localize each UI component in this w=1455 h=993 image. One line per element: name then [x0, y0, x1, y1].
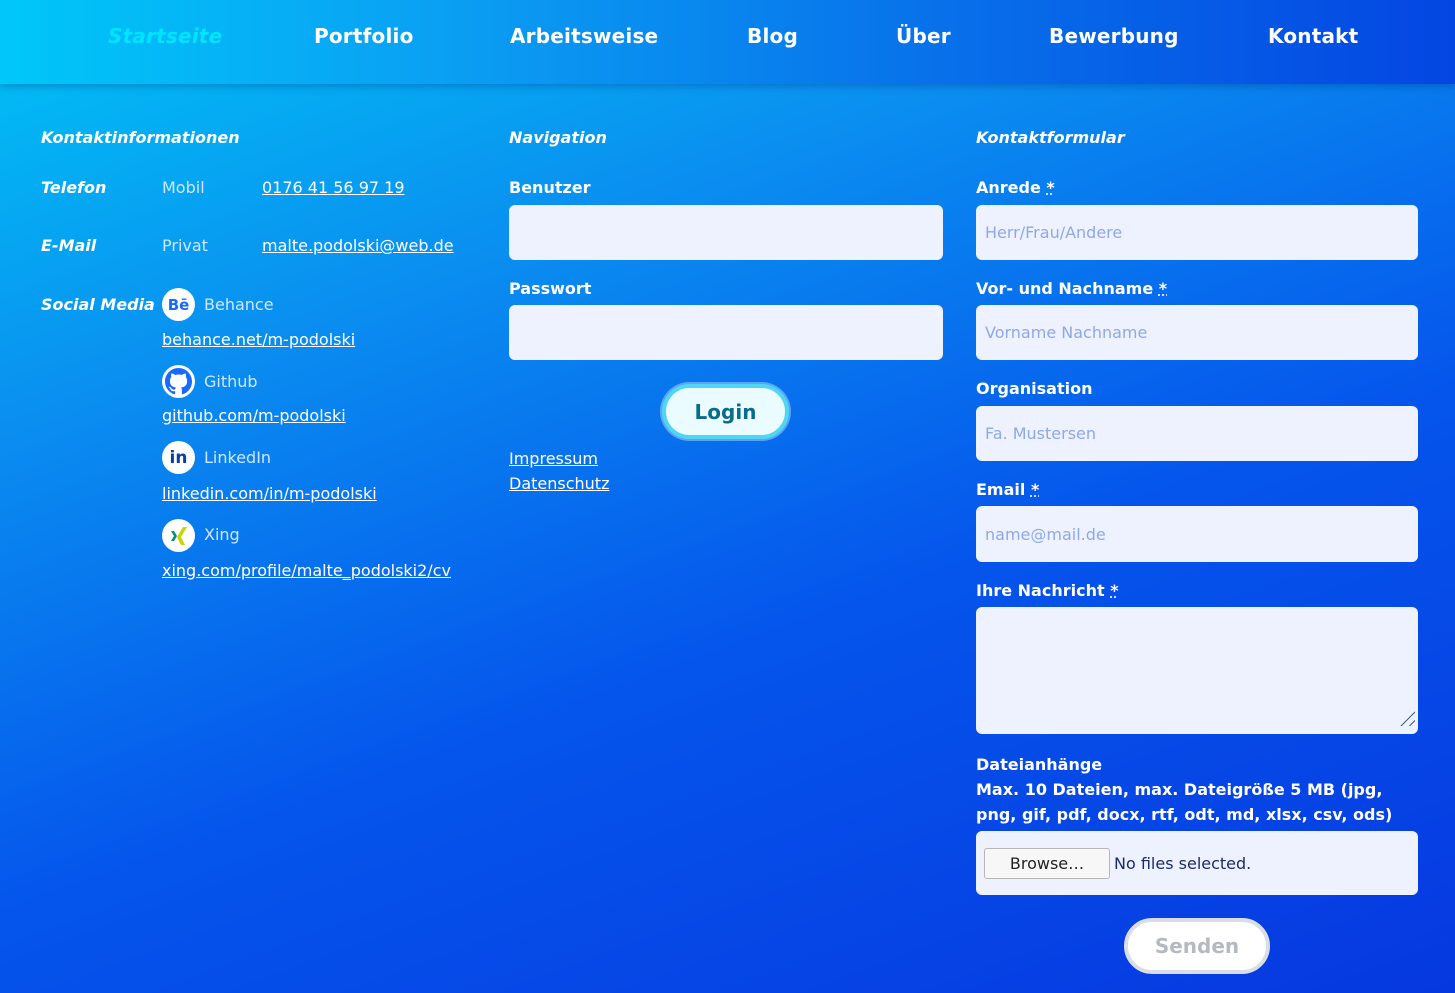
- message-label: Ihre Nachricht *: [976, 581, 1119, 600]
- email-type: Privat: [162, 236, 208, 255]
- xing-icon: [162, 519, 195, 552]
- behance-name: Behance: [204, 295, 274, 314]
- salutation-label-text: Anrede: [976, 178, 1041, 197]
- organisation-label: Organisation: [976, 379, 1093, 398]
- name-input[interactable]: [976, 305, 1418, 360]
- password-input[interactable]: [509, 305, 943, 360]
- salutation-label: Anrede *: [976, 178, 1055, 197]
- linkedin-icon: in: [162, 441, 195, 474]
- github-link[interactable]: github.com/m-podolski: [162, 406, 346, 425]
- linkedin-name: LinkedIn: [204, 448, 272, 467]
- email-label: E-Mail: [41, 236, 97, 255]
- salutation-input[interactable]: [976, 205, 1418, 260]
- attachments-label: Dateianhänge: [976, 755, 1103, 774]
- github-name: Github: [204, 372, 258, 391]
- xing-link[interactable]: xing.com/profile/malte_podolski2/cv: [162, 561, 451, 580]
- message-label-text: Ihre Nachricht: [976, 581, 1105, 600]
- organisation-input[interactable]: [976, 406, 1418, 461]
- nav-item-kontakt[interactable]: Kontakt: [1268, 24, 1358, 48]
- phone-label: Telefon: [41, 178, 107, 197]
- contact-form-title: Kontaktformular: [976, 128, 1125, 147]
- impressum-link[interactable]: Impressum: [509, 449, 598, 468]
- name-label: Vor- und Nachname *: [976, 279, 1167, 298]
- nav-item-ueber[interactable]: Über: [896, 24, 951, 48]
- browse-button[interactable]: Browse…: [984, 848, 1110, 879]
- behance-icon: Bē: [162, 288, 195, 321]
- social-media-label: Social Media: [41, 295, 155, 314]
- required-marker: *: [1110, 581, 1119, 600]
- password-label: Passwort: [509, 279, 592, 298]
- message-textarea[interactable]: [976, 607, 1418, 734]
- github-icon: [162, 365, 195, 398]
- linkedin-link[interactable]: linkedin.com/in/m-podolski: [162, 484, 377, 503]
- email-form-label-text: Email: [976, 480, 1026, 499]
- phone-type: Mobil: [162, 178, 205, 197]
- login-button[interactable]: Login: [662, 384, 789, 439]
- nav-item-bewerbung[interactable]: Bewerbung: [1049, 24, 1179, 48]
- behance-link[interactable]: behance.net/m-podolski: [162, 330, 355, 349]
- nav-item-portfolio[interactable]: Portfolio: [314, 24, 414, 48]
- send-button[interactable]: Senden: [1124, 918, 1270, 974]
- nav-item-arbeitsweise[interactable]: Arbeitsweise: [510, 24, 658, 48]
- nav-item-startseite[interactable]: Startseite: [108, 24, 222, 48]
- name-label-text: Vor- und Nachname: [976, 279, 1154, 298]
- phone-link[interactable]: 0176 41 56 97 19: [262, 178, 405, 197]
- contact-info-title: Kontaktinformationen: [41, 128, 240, 147]
- required-marker: *: [1030, 480, 1040, 499]
- nav-item-blog[interactable]: Blog: [747, 24, 798, 48]
- user-input[interactable]: [509, 205, 943, 260]
- email-link[interactable]: malte.podolski@web.de: [262, 236, 454, 255]
- required-marker: *: [1046, 178, 1055, 197]
- datenschutz-link[interactable]: Datenschutz: [509, 474, 609, 493]
- user-label: Benutzer: [509, 178, 591, 197]
- required-marker: *: [1158, 279, 1168, 298]
- file-input: Browse… No files selected.: [976, 831, 1418, 895]
- file-status: No files selected.: [1114, 854, 1252, 873]
- attachments-note: Max. 10 Dateien, max. Dateigröße 5 MB (j…: [976, 780, 1393, 824]
- navigation-title: Navigation: [509, 128, 607, 147]
- top-navigation: Startseite Portfolio Arbeitsweise Blog Ü…: [0, 0, 1455, 84]
- email-form-label: Email *: [976, 480, 1039, 499]
- xing-name: Xing: [204, 525, 240, 544]
- email-input[interactable]: [976, 506, 1418, 562]
